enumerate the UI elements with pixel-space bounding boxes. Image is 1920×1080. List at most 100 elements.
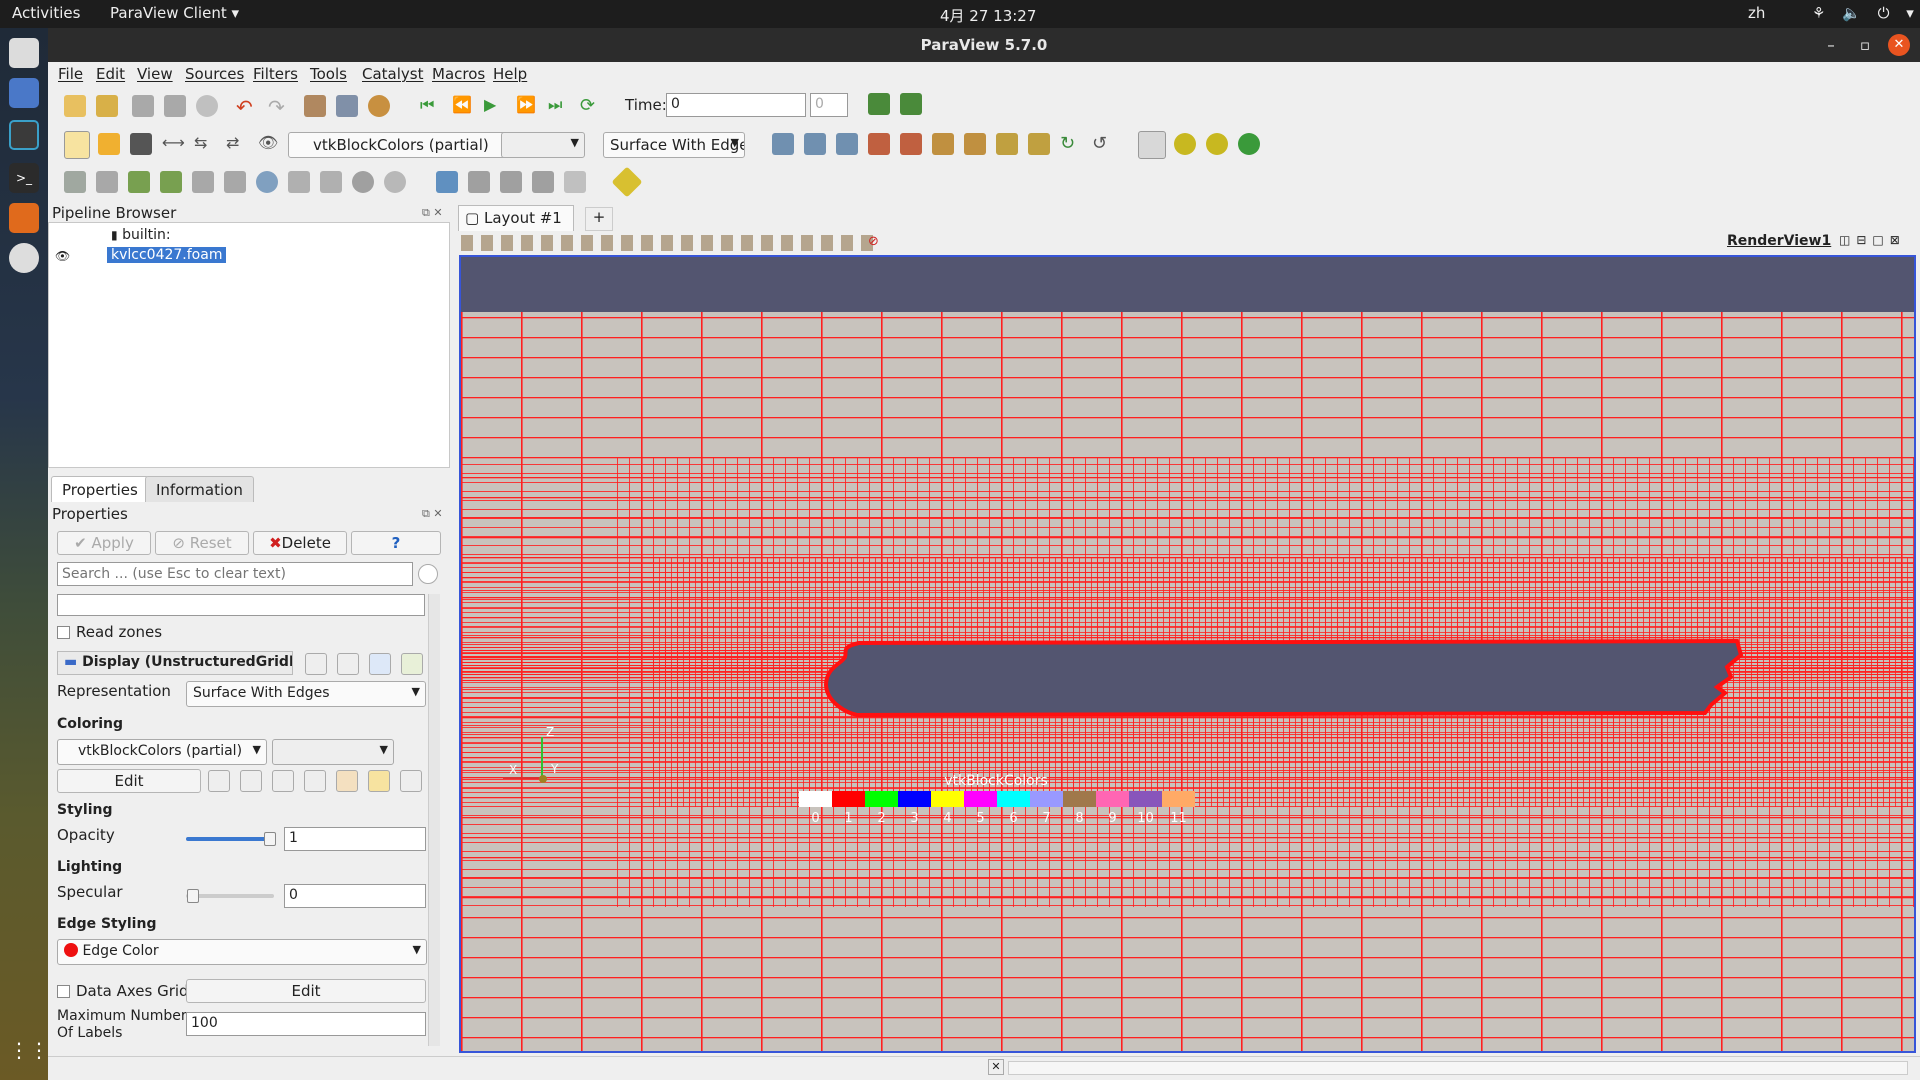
files-icon[interactable] [9, 38, 39, 68]
specular-slider[interactable] [186, 894, 274, 898]
properties-scrollbar[interactable] [428, 594, 440, 1046]
time-inspector-icon[interactable] [868, 93, 890, 115]
terminal-icon[interactable]: >_ [9, 163, 39, 193]
rescale-custom-icon[interactable]: ⟷ [162, 133, 185, 155]
eye-icon[interactable]: 👁 [258, 133, 280, 155]
camera-undo-icon[interactable] [304, 95, 326, 117]
axes-grid-icon[interactable] [564, 171, 586, 193]
pipeline-source-item[interactable]: kvlcc0427.foam [107, 247, 227, 263]
last-frame-icon[interactable]: ⏭ [548, 95, 570, 117]
view-plus-z-icon[interactable] [996, 133, 1018, 155]
memory-close-icon[interactable]: ✕ [988, 1059, 1004, 1075]
menu-catalyst[interactable]: Catalyst [362, 65, 423, 83]
specular-slider-handle[interactable] [187, 889, 199, 903]
representation-select[interactable]: Surface With Edges ▼ [186, 681, 426, 707]
stop-icon[interactable]: ⊘ [868, 234, 879, 249]
clip-icon[interactable] [128, 171, 150, 193]
palette-icon[interactable] [368, 95, 390, 117]
help-button[interactable]: ? [351, 531, 441, 555]
recent-icon[interactable] [96, 95, 118, 117]
component-combo[interactable]: ▼ [501, 132, 585, 158]
glyph-icon[interactable] [256, 171, 278, 193]
representation-combo[interactable]: Surface With Edge ▼ [603, 132, 745, 158]
advanced-settings-gear-icon[interactable] [418, 564, 438, 584]
choose-preset-icon[interactable] [208, 770, 230, 792]
restore-defaults-icon[interactable] [369, 653, 391, 675]
rescale-visible-range-icon[interactable] [336, 770, 358, 792]
loop-icon[interactable]: ⟳ [580, 95, 602, 117]
close-window-button[interactable]: ✕ [1888, 34, 1910, 56]
warp-icon[interactable] [320, 171, 342, 193]
system-tray-icons[interactable]: ⚘ 🔈 ⏻ ▾ [1812, 4, 1920, 22]
rotate-plus-90-icon[interactable]: ↻ [1060, 133, 1082, 155]
connect-icon[interactable] [336, 95, 358, 117]
dock-panel-buttons[interactable]: ⧉ ✕ [422, 206, 443, 220]
rescale-custom-range-icon[interactable] [272, 770, 294, 792]
activities-button[interactable]: Activities [12, 4, 80, 22]
extract-level-icon[interactable] [384, 171, 406, 193]
max-labels-input[interactable]: 100 [186, 1012, 426, 1036]
first-frame-icon[interactable]: ⏮ [420, 95, 442, 117]
view-split-buttons[interactable]: ◫⊟□⊠ [1839, 233, 1906, 247]
data-axes-grid-checkbox[interactable] [57, 985, 70, 998]
coloring-select[interactable]: vtkBlockColors (partial) ▼ [57, 739, 267, 765]
view-plus-y-icon[interactable] [932, 133, 954, 155]
paraview-icon[interactable] [9, 120, 39, 150]
edit-color-map-icon[interactable] [98, 133, 120, 155]
extract-selection-icon[interactable] [436, 171, 458, 193]
group-datasets-icon[interactable] [352, 171, 374, 193]
slice-icon[interactable] [160, 171, 182, 193]
toggle-scalar-bar-icon[interactable] [368, 770, 390, 792]
view-plus-x-icon[interactable] [868, 133, 890, 155]
reset-center-icon[interactable] [1238, 133, 1260, 155]
center-on-data-icon[interactable] [1174, 133, 1196, 155]
time-input[interactable]: 0 [666, 93, 806, 117]
mesh-render[interactable] [461, 257, 1914, 1051]
rescale-temporal-range-icon[interactable] [304, 770, 326, 792]
undo-icon[interactable]: ↶ [236, 95, 258, 119]
sublime-icon[interactable] [9, 203, 39, 233]
rescale-temporal-icon[interactable]: ⇆ [194, 133, 216, 155]
tab-layout-1[interactable]: ▢ Layout #1 ⊠ [458, 205, 574, 244]
read-zones-checkbox[interactable] [57, 626, 70, 639]
menu-macros[interactable]: Macros [432, 65, 485, 83]
load-state-icon[interactable] [132, 95, 154, 117]
menu-edit[interactable]: Edit [96, 65, 125, 83]
screen-icon[interactable] [9, 78, 39, 108]
time-step-spinner[interactable]: 0 [810, 93, 848, 117]
opacity-input[interactable]: 1 [284, 827, 426, 851]
data-axes-grid-edit-button[interactable]: Edit [186, 979, 426, 1003]
select-preset-icon[interactable] [400, 770, 422, 792]
menu-filters[interactable]: Filters [253, 65, 298, 83]
paste-properties-icon[interactable] [337, 653, 359, 675]
delete-button[interactable]: ✖Delete [253, 531, 347, 555]
open-icon[interactable] [64, 95, 86, 117]
partial-field[interactable] [57, 594, 425, 616]
play-icon[interactable]: ▶ [484, 95, 506, 117]
opacity-slider[interactable] [186, 837, 274, 841]
next-frame-icon[interactable]: ⏩ [516, 95, 538, 117]
menu-view[interactable]: View [137, 65, 173, 83]
search-input[interactable] [57, 562, 413, 586]
calculator-icon[interactable] [64, 171, 86, 193]
pipeline-root-item[interactable]: ▮ builtin: [111, 227, 171, 243]
threshold-icon[interactable] [192, 171, 214, 193]
menu-help[interactable]: Help [493, 65, 527, 83]
view-minus-y-icon[interactable] [964, 133, 986, 155]
rescale-data-range-icon[interactable] [240, 770, 262, 792]
reset-camera-icon[interactable] [772, 133, 794, 155]
edit-colormap-button[interactable]: Edit [57, 769, 201, 793]
apps-grid-icon[interactable]: ⋮⋮ [9, 1038, 49, 1068]
maximize-button[interactable]: ▫ [1854, 34, 1876, 56]
visibility-eye-icon[interactable]: 👁 [55, 249, 70, 263]
contour-icon[interactable] [96, 171, 118, 193]
ruler-icon[interactable] [611, 166, 643, 198]
zoom-to-data-icon[interactable] [804, 133, 826, 155]
zoom-to-box-icon[interactable] [836, 133, 858, 155]
tab-properties[interactable]: Properties [51, 476, 149, 502]
previous-frame-icon[interactable]: ⏪ [452, 95, 474, 117]
view-minus-x-icon[interactable] [900, 133, 922, 155]
stream-tracer-icon[interactable] [288, 171, 310, 193]
plot-over-line-icon[interactable] [468, 171, 490, 193]
input-language[interactable]: zh [1748, 4, 1765, 22]
